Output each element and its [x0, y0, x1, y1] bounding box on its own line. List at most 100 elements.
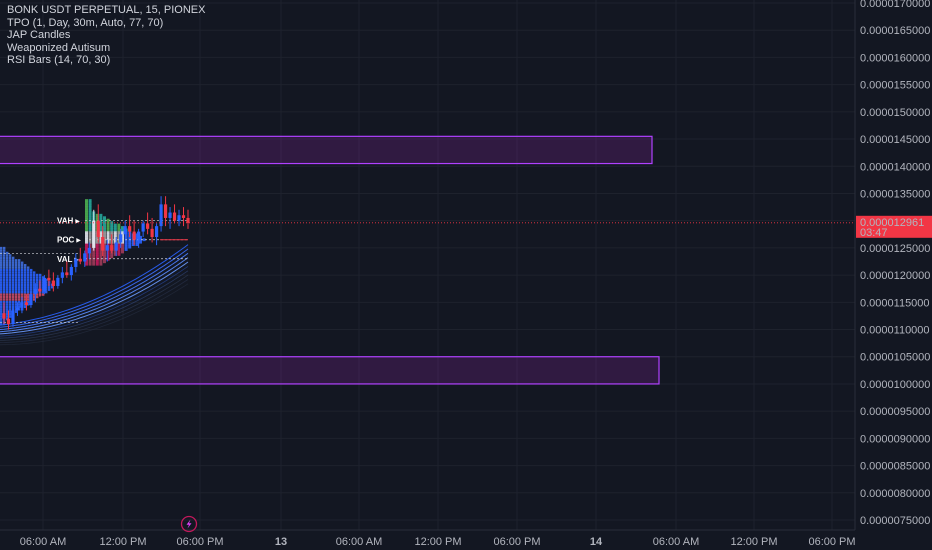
tpo-block	[0, 293, 3, 296]
tpo-block	[15, 283, 18, 287]
tpo-block	[9, 293, 12, 296]
tpo-block	[30, 283, 33, 287]
indicator-jap-candles[interactable]: JAP Candles	[7, 29, 205, 42]
tpo-block	[21, 278, 24, 282]
tpo-block	[12, 300, 15, 304]
tpo-block	[3, 293, 6, 296]
tpo-block	[0, 276, 3, 279]
tpo-block	[103, 260, 106, 264]
tpo-block	[99, 253, 103, 256]
tpo-block	[121, 248, 124, 251]
tpo-block	[106, 233, 110, 237]
price-tick-label: 0.0000105000	[860, 352, 930, 364]
tpo-block	[88, 262, 92, 266]
price-tick-label: 0.0000165000	[860, 25, 930, 37]
time-tick-label: 06:00 AM	[653, 536, 699, 548]
tpo-block	[99, 223, 103, 227]
tpo-block	[6, 288, 9, 291]
tpo-block	[99, 230, 103, 234]
tpo-block	[0, 300, 3, 304]
tpo-block	[99, 262, 103, 266]
tpo-block	[12, 281, 15, 284]
price-axis[interactable]: 0.0000075000 0.0000080000 0.0000085000 0.00…	[854, 0, 932, 550]
tpo-block	[27, 278, 30, 282]
tpo-block	[88, 218, 92, 222]
indicator-rsi-bars[interactable]: RSI Bars (14, 70, 30)	[7, 54, 205, 67]
tpo-block	[85, 262, 88, 266]
tpo-block	[6, 298, 9, 301]
tpo-block	[99, 255, 103, 259]
tpo-block	[24, 268, 27, 272]
tpo-block	[110, 226, 114, 229]
tpo-block	[24, 266, 27, 269]
chart-area[interactable]: VAH ▸ POC ▸ VAL ▸ 0.0000075000 0.0000080000…	[0, 0, 932, 550]
tpo-block	[117, 253, 121, 256]
tpo-block	[0, 305, 3, 309]
tpo-block	[12, 283, 15, 287]
tpo-block	[6, 261, 9, 264]
tpo-block	[124, 245, 128, 249]
tpo-block	[85, 206, 88, 210]
tpo-block	[88, 223, 92, 227]
indicator-tpo[interactable]: TPO (1, Day, 30m, Auto, 77, 70)	[7, 17, 205, 30]
tpo-block	[106, 230, 110, 234]
tpo-block	[85, 216, 88, 220]
candle-body	[154, 226, 159, 238]
tpo-block	[0, 254, 3, 257]
candle-body	[83, 253, 87, 262]
tpo-block	[106, 235, 110, 239]
tpo-block	[39, 273, 42, 277]
tpo-block	[6, 281, 9, 284]
candle-body	[123, 226, 127, 235]
tpo-block	[88, 226, 92, 229]
tpo-block	[15, 259, 18, 262]
indicator-weaponized-autisum[interactable]: Weaponized Autisum	[7, 42, 205, 55]
tpo-block	[27, 273, 30, 277]
tpo-block	[12, 261, 15, 264]
tpo-block	[15, 278, 18, 282]
tpo-block	[9, 281, 12, 284]
price-chart[interactable]: VAH ▸POC ▸VAL ▸ 0.00000750000.0000080000…	[0, 0, 932, 550]
tpo-block	[95, 253, 99, 256]
tpo-block	[0, 261, 3, 264]
time-axis[interactable]: 06:00 AM 12:00 PM 06:00 PM 13 06:00 AM 12:00 …	[0, 515, 856, 549]
symbol-title[interactable]: BONK USDT PERPETUAL, 15, PIONEX	[7, 4, 205, 17]
tpo-block	[18, 305, 21, 309]
tpo-block	[21, 271, 24, 274]
tpo-block	[128, 240, 132, 244]
tpo-block	[99, 216, 103, 220]
tpo-block	[30, 273, 33, 277]
tpo-block	[21, 264, 24, 267]
tpo-block	[0, 322, 3, 326]
tpo-block	[9, 278, 12, 282]
candle-body	[87, 247, 91, 254]
tpo-block	[113, 223, 117, 227]
tpo-block	[92, 250, 96, 254]
tpo-block	[6, 305, 9, 309]
tpo-block	[21, 286, 24, 289]
tpo-block	[12, 293, 15, 296]
tpo-block	[9, 303, 12, 306]
tpo-block	[103, 250, 106, 254]
tpo-block	[0, 310, 3, 313]
candle-body	[69, 266, 73, 276]
tpo-block	[27, 271, 30, 274]
tpo-block	[95, 248, 99, 251]
tpo-block	[0, 286, 3, 289]
tpo-block	[24, 264, 27, 267]
tpo-block	[27, 286, 30, 289]
tpo-block	[12, 271, 15, 274]
tpo-block	[30, 281, 33, 284]
tpo-block	[15, 295, 18, 299]
tpo-block	[6, 278, 9, 282]
price-tick-label: 0.0000085000	[860, 461, 930, 473]
tpo-block	[30, 288, 33, 291]
tpo-block	[88, 228, 92, 232]
tpo-block	[95, 260, 99, 264]
tpo-block	[12, 268, 15, 272]
lightning-icon[interactable]	[180, 515, 198, 533]
tpo-block	[99, 257, 103, 261]
tpo-block	[3, 261, 6, 264]
zone-box	[0, 356, 660, 385]
tpo-block	[27, 276, 30, 279]
